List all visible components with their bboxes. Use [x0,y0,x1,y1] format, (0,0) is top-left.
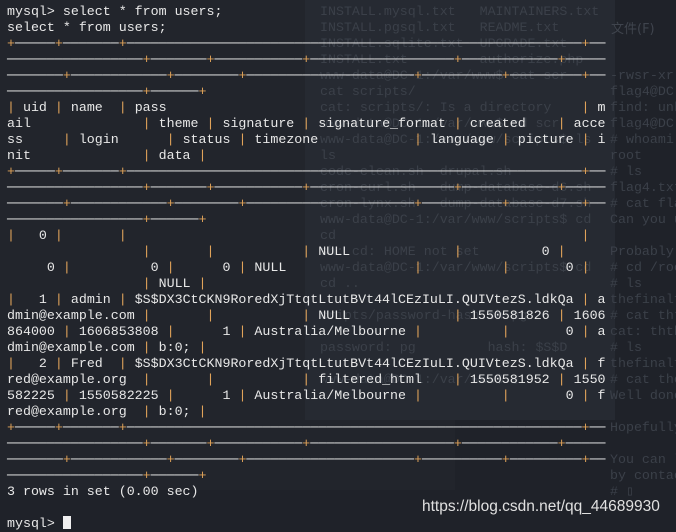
background-line [610,404,676,420]
background-line: thefinalf [610,292,676,307]
table-row-line: | NULL | [142,276,207,291]
table-border-line: ─────────────────+───────+───────────+──… [7,52,606,67]
background-line: thefinalf [610,356,676,371]
background-line: You can l [610,452,676,467]
background-line [610,436,676,452]
table-row-line: red@example.org | b:0; | [7,404,207,419]
table-border-line: ─────────────────+──────+ [7,468,207,483]
background-line [610,36,676,52]
cursor [62,516,71,529]
background-line: # cat fla [610,196,676,211]
background-line: flag4@DC- [610,116,676,131]
background-line: # ls [610,340,642,355]
background-line: # cd /roo [610,260,676,275]
table-border-line: ─────────────────+───────+───────────+──… [7,436,606,451]
background-line: flag4@DC- [610,84,676,99]
table-row-line: dmin@example.com | b:0; | [7,340,207,355]
table-row-line: 0 | 0 | 0 | NULL | | 0 | [7,260,590,275]
table-border-line: ─────────────────+──────+ [7,84,207,99]
table-border-line: +─────+───────+─────────────────────────… [7,420,606,435]
background-line: by contac [610,468,676,483]
background-terminal-right-text: -rwsr-xr-xflag4@DC-find: unkflag4@DC-# w… [610,4,676,500]
command-line: mysql> select * from users; [7,4,223,19]
background-line: Can you u [610,212,676,227]
background-file-menu: 文件(F) [611,22,655,37]
background-line: Well done [610,388,676,403]
table-row-line: 582225 | 1550582225 | 1 | Australia/Melb… [7,388,606,403]
table-border-line: ─────────────────+──────+ [7,212,207,227]
table-border-line: +─────+───────+─────────────────────────… [7,164,606,179]
background-line [610,52,676,68]
background-line: cat: thth [610,324,676,339]
table-row-line: dmin@example.com | | | NULL | 1550581826… [7,308,606,323]
terminal-output[interactable]: mysql> select * from users; select * from… [7,4,606,532]
background-line: # whoami [610,132,674,147]
watermark: https://blog.csdn.net/qq_44689930 [422,498,660,515]
background-line: root [610,148,642,163]
table-border-line: ───────+────────────+────────+──────────… [7,452,606,467]
table-header-line: nit | data | [7,148,207,163]
table-border-line: ─────────────────+───────+───────────+──… [7,180,606,195]
table-header-line: | uid | name | pass | m [7,100,606,115]
table-row-line: 864000 | 1606853808 | 1 | Australia/Melb… [7,324,606,339]
table-header-line: ail | theme | signature | signature_form… [7,116,606,131]
background-line: Hopefully [610,420,676,435]
table-row-line: red@example.org | | | filtered_html | 15… [7,372,606,387]
background-line: # ls [610,164,642,179]
table-border-line: +─────+───────+─────────────────────────… [7,36,606,51]
background-line: # cat tht [610,308,676,323]
table-border-line: ───────+────────────+────────+──────────… [7,196,606,211]
background-line: Probably [610,244,674,259]
background-line: -rwsr-xr-x [610,68,676,83]
table-row-line: | | | NULL | 0 | [142,244,566,259]
table-border-line: ───────+────────────+────────+──────────… [7,68,606,83]
prompt-line[interactable]: mysql> [7,516,606,532]
background-line: # ls [610,276,642,291]
background-line: # cat the [610,372,676,387]
table-row-line: | 0 | | | [7,228,590,243]
table-row-line: | 1 | admin | $S$DX3CtCKN9RoredXjTtqtLtu… [7,292,606,307]
table-row-line: | 2 | Fred | $S$DX3CtCKN9RoredXjTtqtLtut… [7,356,606,371]
background-line [610,228,676,244]
command-echo: select * from users; [7,20,167,35]
background-line: flag4.txt [610,180,676,195]
background-line: find: unk [610,100,676,115]
table-header-line: ss | login | status | timezone | languag… [7,132,606,147]
